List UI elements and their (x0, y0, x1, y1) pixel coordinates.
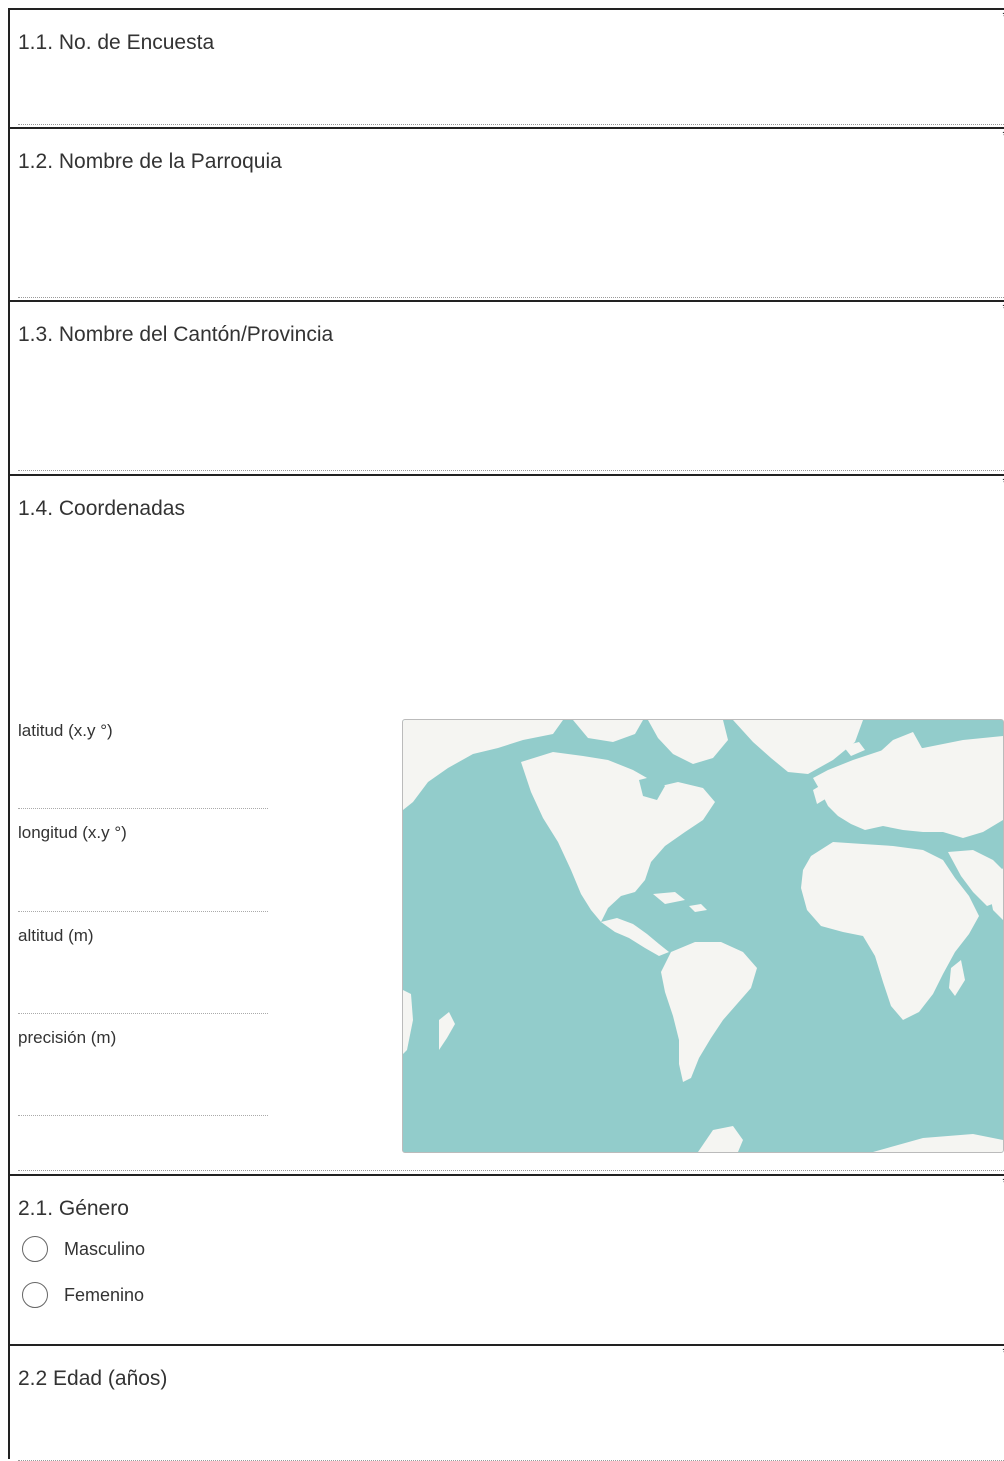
question-label: 1.4. Coordenadas (18, 497, 185, 520)
question-age: 2.2 Edad (años) * (8, 1344, 1004, 1461)
altitude-label: altitud (m) (18, 926, 94, 945)
gender-option-masculino[interactable]: Masculino (22, 1236, 145, 1262)
longitude-label: longitud (x.y °) (18, 823, 127, 842)
coordinates-input[interactable] (18, 1142, 1004, 1171)
latitude-label: latitud (x.y °) (18, 721, 113, 740)
latitude-input[interactable] (18, 780, 268, 809)
gender-option-femenino[interactable]: Femenino (22, 1282, 144, 1308)
altitude-input[interactable] (18, 985, 268, 1014)
question-label: 1.3. Nombre del Cantón/Provincia (18, 323, 334, 346)
canton-province-input[interactable] (18, 442, 1004, 471)
question-label: 1.2. Nombre de la Parroquia (18, 150, 282, 173)
age-input[interactable] (18, 1432, 1004, 1461)
survey-number-input[interactable] (18, 96, 1004, 125)
option-label: Masculino (64, 1238, 146, 1259)
question-coordinates: 1.4. Coordenadas * latitud (x.y °) longi… (8, 474, 1004, 1176)
question-label: 2.2 Edad (años) (18, 1367, 168, 1390)
precision-label: precisión (m) (18, 1028, 117, 1047)
longitude-input[interactable] (18, 883, 268, 912)
question-label: 2.1. Género (18, 1197, 129, 1220)
radio-button[interactable] (22, 1282, 48, 1308)
radio-button[interactable] (22, 1236, 48, 1262)
question-label: 1.1. No. de Encuesta (18, 31, 215, 54)
question-canton-province: 1.3. Nombre del Cantón/Provincia * (8, 300, 1004, 475)
precision-input[interactable] (18, 1087, 268, 1116)
world-map[interactable] (402, 719, 1004, 1153)
world-map-graphic (403, 720, 1003, 1152)
question-gender: 2.1. Género * Masculino Femenino (8, 1174, 1004, 1346)
option-label: Femenino (64, 1284, 145, 1305)
question-survey-number: 1.1. No. de Encuesta * (8, 8, 1004, 129)
parish-name-input[interactable] (18, 269, 1004, 298)
question-parish-name: 1.2. Nombre de la Parroquia * (8, 127, 1004, 302)
